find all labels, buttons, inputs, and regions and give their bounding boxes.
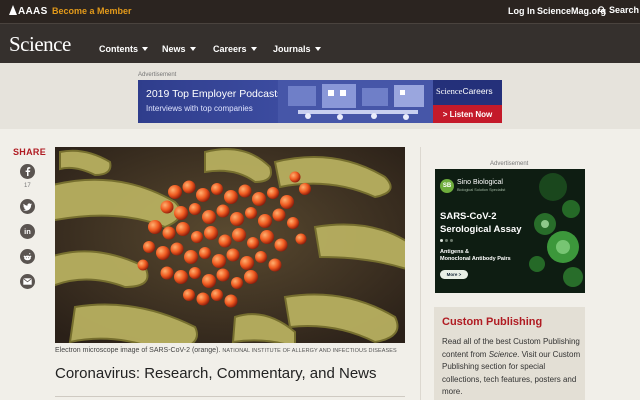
caption-text: Electron microscope image of SARS-CoV-2 … <box>55 347 221 354</box>
article-headline[interactable]: Coronavirus: Research, Commentary, and N… <box>55 365 377 382</box>
carousel-dot[interactable] <box>450 239 453 242</box>
twitter-share-button[interactable] <box>20 199 35 214</box>
banner-illustration <box>278 80 433 123</box>
science-careers-block: ScienceCareers > Listen Now <box>433 80 502 123</box>
nav-contents[interactable]: Contents <box>99 44 148 54</box>
facebook-share-button[interactable] <box>20 164 35 179</box>
advertisement-label: Advertisement <box>490 161 529 167</box>
nav-journals-label: Journals <box>273 44 311 54</box>
advertisement-label: Advertisement <box>138 72 177 78</box>
main-nav: Science Contents News Careers Journals <box>0 23 640 63</box>
carousel-dot[interactable] <box>440 239 443 242</box>
sino-ad-line2: Monoclonal Antibody Pairs <box>440 256 511 262</box>
reddit-share-button[interactable] <box>20 249 35 264</box>
carousel-dots <box>440 239 453 242</box>
nav-news-label: News <box>162 44 186 54</box>
top-bar: AAAS Become a Member Log In ScienceMag.o… <box>0 0 640 23</box>
more-button[interactable]: More > <box>440 270 468 279</box>
sino-logo-icon: SB <box>440 179 454 193</box>
sino-title-line2: Serological Assay <box>440 224 522 235</box>
sino-ad-line1: Antigens & <box>440 249 470 255</box>
email-share-button[interactable] <box>20 274 35 289</box>
aaas-mark-icon <box>9 5 17 15</box>
science-careers-logo: ScienceCareers <box>436 86 493 96</box>
careers-banner-ad[interactable]: 2019 Top Employer Podcasts Interviews wi… <box>138 80 502 123</box>
hero-image <box>55 147 405 343</box>
linkedin-share-button[interactable]: in <box>20 224 35 239</box>
sino-title-line1: SARS-CoV-2 <box>440 211 497 222</box>
aaas-logo[interactable]: AAAS <box>9 5 48 17</box>
chevron-down-icon <box>189 47 196 51</box>
search-label: Search <box>609 5 640 15</box>
image-caption: Electron microscope image of SARS-CoV-2 … <box>55 347 397 354</box>
nav-careers-label: Careers <box>213 44 247 54</box>
aaas-label: AAAS <box>18 6 48 17</box>
facebook-icon <box>25 167 31 176</box>
sino-brand: Sino Biological <box>457 179 503 186</box>
sino-brand-sub: Biological Solution Specialist <box>457 188 506 192</box>
cp-body-em: Science <box>488 349 518 359</box>
divider <box>55 396 405 397</box>
nav-news[interactable]: News <box>162 44 196 54</box>
nav-journals[interactable]: Journals <box>273 44 321 54</box>
facebook-share-count: 17 <box>24 183 31 189</box>
sino-biological-ad[interactable]: SB Sino Biological Biological Solution S… <box>435 169 585 293</box>
linkedin-icon: in <box>24 227 31 236</box>
sciencemag-link[interactable]: ScienceMag.org <box>537 6 606 16</box>
share-label: SHARE <box>13 147 47 157</box>
custom-publishing-box: Custom Publishing Read all of the best C… <box>434 307 585 400</box>
chevron-down-icon <box>142 47 148 51</box>
sc-brand: Science <box>436 86 463 96</box>
sars-cov-2-micrograph <box>55 147 405 343</box>
email-icon <box>23 278 32 285</box>
banner-subline: Interviews with top companies <box>146 104 253 113</box>
image-credit: NATIONAL INSTITUTE OF ALLERGY AND INFECT… <box>222 348 397 354</box>
search-button[interactable]: Search <box>598 5 639 15</box>
custom-publishing-title[interactable]: Custom Publishing <box>442 316 542 328</box>
search-icon <box>598 6 606 14</box>
banner-headline: 2019 Top Employer Podcasts <box>146 88 283 100</box>
listen-now-button[interactable]: > Listen Now <box>433 105 502 123</box>
nav-contents-label: Contents <box>99 44 138 54</box>
twitter-icon <box>23 202 32 211</box>
science-logo[interactable]: Science <box>9 32 71 57</box>
sc-brand-suffix: Careers <box>462 86 493 96</box>
chevron-down-icon <box>250 47 257 51</box>
login-link[interactable]: Log In <box>508 6 535 16</box>
carousel-dot[interactable] <box>445 239 448 242</box>
column-divider <box>420 147 421 400</box>
cells-illustration <box>523 169 585 293</box>
sino-ad-title: SARS-CoV-2 Serological Assay <box>440 210 522 236</box>
reddit-icon <box>23 252 32 260</box>
become-member-link[interactable]: Become a Member <box>52 6 132 16</box>
nav-careers[interactable]: Careers <box>213 44 257 54</box>
chevron-down-icon <box>314 47 321 51</box>
custom-publishing-body: Read all of the best Custom Publishing c… <box>442 336 584 399</box>
